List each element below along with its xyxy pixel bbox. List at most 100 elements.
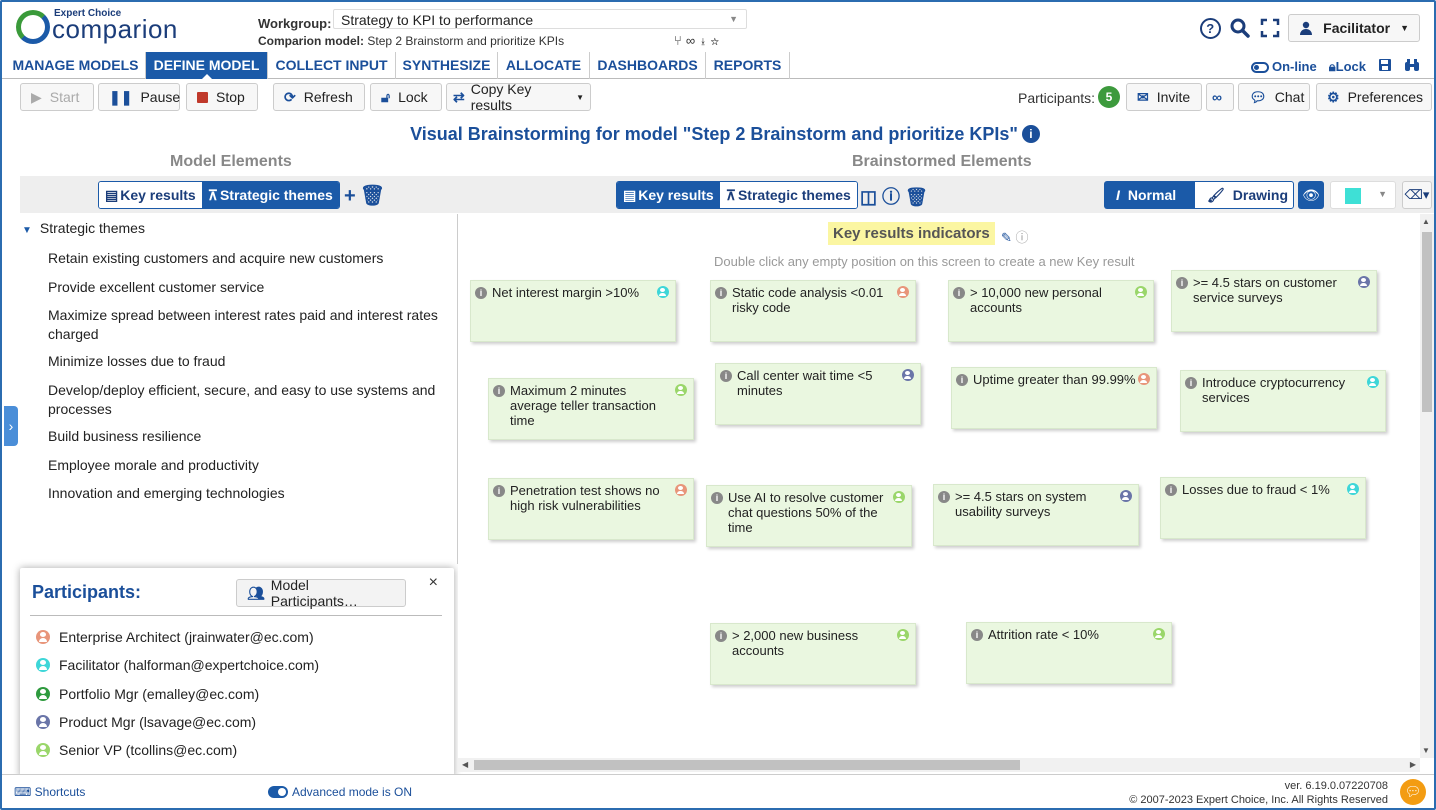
chat-bubble-icon[interactable]: 💬︎	[1400, 779, 1426, 805]
info-icon[interactable]: i	[720, 370, 732, 382]
info-icon[interactable]: i	[971, 629, 983, 641]
trash-icon[interactable]: 🗑︎	[360, 185, 389, 207]
participant-row[interactable]: Portfolio Mgr (emalley@ec.com)	[36, 686, 259, 702]
info-icon[interactable]: i	[938, 491, 950, 503]
pause-button[interactable]: ❚❚ Pause	[98, 83, 180, 111]
brainstorm-canvas[interactable]: Key results indicators ✎ ⓘ Double click …	[458, 214, 1420, 758]
eye-icon[interactable]: 👁︎	[1298, 181, 1324, 209]
tree-item[interactable]: Retain existing customers and acquire ne…	[48, 249, 444, 268]
note-card[interactable]: i Attrition rate < 10%	[966, 622, 1172, 684]
download-icon[interactable]: ⤓	[699, 33, 711, 48]
collapse-icon[interactable]: ▼	[22, 225, 32, 236]
info-icon[interactable]: i	[711, 492, 723, 504]
info-icon[interactable]: ⓘ	[882, 187, 905, 207]
link-button[interactable]: ∞	[1206, 83, 1234, 111]
model-participants-button[interactable]: 👥︎ Model Participants…	[236, 577, 406, 609]
chat-button[interactable]: 💬︎ Chat	[1238, 83, 1310, 111]
info-icon[interactable]: ⓘ	[1016, 230, 1029, 245]
copy-key-results-button[interactable]: ⇄ Copy Key results ▼	[446, 81, 591, 113]
lock-button[interactable]: 🔓︎ Lock	[370, 83, 442, 111]
note-card[interactable]: i Call center wait time <5 minutes	[715, 363, 921, 425]
tree-item[interactable]: Provide excellent customer service	[48, 278, 444, 297]
menu-manage-models[interactable]: MANAGE MODELS	[6, 52, 146, 79]
menu-synthesize[interactable]: SYNTHESIZE	[396, 52, 498, 79]
invite-button[interactable]: ✉ Invite	[1126, 83, 1202, 111]
scroll-up-icon[interactable]: ▲	[1422, 217, 1430, 226]
tree-item[interactable]: Develop/deploy efficient, secure, and ea…	[48, 381, 444, 419]
info-icon[interactable]: i	[1165, 484, 1177, 496]
binoculars-icon[interactable]	[1404, 58, 1420, 75]
info-icon[interactable]: i	[1176, 277, 1188, 289]
vertical-scrollbar[interactable]: ▲ ▼	[1420, 214, 1434, 758]
left-tab-key-results[interactable]: ▤ Key results	[99, 182, 202, 208]
note-card[interactable]: i >= 4.5 stars on customer service survey…	[1171, 270, 1377, 332]
workgroup-select[interactable]: Strategy to KPI to performance ▼	[333, 9, 747, 29]
scroll-right-icon[interactable]: ▶	[1410, 760, 1416, 769]
close-icon[interactable]: ×	[429, 574, 438, 592]
note-card[interactable]: i >= 4.5 stars on system usability survey…	[933, 484, 1139, 546]
info-icon[interactable]: i	[1021, 125, 1040, 143]
participant-row[interactable]: Senior VP (tcollins@ec.com)	[36, 742, 237, 758]
horizontal-scrollbar[interactable]: ◀ ▶	[458, 758, 1420, 772]
logo[interactable]: Expert Choice comparion	[16, 8, 186, 48]
info-icon[interactable]: i	[715, 287, 727, 299]
scroll-thumb[interactable]	[1422, 232, 1432, 412]
lock-link[interactable]: 🔒︎Lock	[1329, 59, 1366, 75]
eraser-icon[interactable]: ⌫▾	[1402, 181, 1432, 209]
color-picker[interactable]: ▼	[1330, 181, 1396, 209]
participants-count-badge[interactable]: 5	[1098, 86, 1120, 108]
note-card[interactable]: i Maximum 2 minutes average teller transa…	[488, 378, 694, 440]
note-card[interactable]: i Introduce cryptocurrency services	[1180, 370, 1386, 432]
help-icon[interactable]: ?	[1198, 16, 1222, 40]
scroll-down-icon[interactable]: ▼	[1422, 746, 1430, 755]
columns-icon[interactable]: ◫	[860, 187, 882, 207]
info-icon[interactable]: i	[956, 374, 968, 386]
start-button[interactable]: ▶ Start	[20, 83, 94, 111]
branch-icon[interactable]: ⑂	[674, 33, 686, 48]
info-icon[interactable]: i	[493, 385, 505, 397]
stop-button[interactable]: Stop	[186, 83, 258, 111]
note-card[interactable]: i Losses due to fraud < 1%	[1160, 477, 1366, 539]
tree-item[interactable]: Innovation and emerging technologies	[48, 484, 444, 503]
fullscreen-icon[interactable]	[1258, 16, 1282, 40]
online-toggle[interactable]: On-line	[1250, 59, 1317, 74]
tree-root[interactable]: ▼ Strategic themes	[22, 220, 145, 236]
participant-row[interactable]: Facilitator (halforman@expertchoice.com)	[36, 657, 319, 673]
preferences-button[interactable]: ⚙ Preferences	[1316, 83, 1432, 111]
menu-collect-input[interactable]: COLLECT INPUT	[268, 52, 396, 79]
note-card[interactable]: i Static code analysis <0.01 risky code	[710, 280, 916, 342]
note-card[interactable]: i Net interest margin >10%	[470, 280, 676, 342]
star-icon[interactable]: ☆	[711, 33, 723, 48]
save-icon[interactable]	[1378, 58, 1392, 75]
menu-allocate[interactable]: ALLOCATE	[498, 52, 590, 79]
menu-define-model[interactable]: DEFINE MODEL	[146, 52, 268, 80]
tree-item[interactable]: Build business resilience	[48, 427, 444, 446]
tree-item[interactable]: Minimize losses due to fraud	[48, 352, 444, 371]
left-tab-strategic-themes[interactable]: ⊼ Strategic themes	[201, 182, 339, 208]
expand-sidebar-chevron-icon[interactable]: ›	[4, 406, 18, 446]
info-icon[interactable]: i	[475, 287, 487, 299]
participant-row[interactable]: Product Mgr (lsavage@ec.com)	[36, 714, 256, 730]
note-card[interactable]: i Penetration test shows no high risk vul…	[488, 478, 694, 540]
refresh-button[interactable]: ⟳ Refresh	[273, 83, 365, 111]
note-card[interactable]: i > 10,000 new personal accounts	[948, 280, 1154, 342]
menu-reports[interactable]: REPORTS	[706, 52, 790, 79]
right-tab-key-results[interactable]: ▤ Key results	[617, 182, 720, 208]
tree-item[interactable]: Maximize spread between interest rates p…	[48, 306, 444, 344]
drawing-mode-button[interactable]: 🖌︎ Drawing	[1194, 181, 1294, 209]
scroll-thumb[interactable]	[474, 760, 1020, 770]
scroll-left-icon[interactable]: ◀	[462, 760, 468, 769]
note-card[interactable]: i > 2,000 new business accounts	[710, 623, 916, 685]
add-icon[interactable]: +	[344, 185, 360, 207]
tree-item[interactable]: Employee morale and productivity	[48, 456, 444, 475]
section-title[interactable]: Key results indicators	[828, 222, 995, 245]
note-card[interactable]: i Uptime greater than 99.99%	[951, 367, 1157, 429]
trash-icon[interactable]: 🗑︎	[905, 187, 933, 207]
info-icon[interactable]: i	[715, 630, 727, 642]
advanced-mode-toggle[interactable]: Advanced mode is ON	[268, 785, 412, 799]
normal-mode-button[interactable]: I Normal	[1104, 181, 1194, 209]
note-card[interactable]: i Use AI to resolve customer chat questio…	[706, 485, 912, 547]
participant-row[interactable]: Enterprise Architect (jrainwater@ec.com)	[36, 629, 314, 645]
info-icon[interactable]: i	[953, 287, 965, 299]
user-menu-button[interactable]: Facilitator ▼	[1288, 14, 1420, 42]
